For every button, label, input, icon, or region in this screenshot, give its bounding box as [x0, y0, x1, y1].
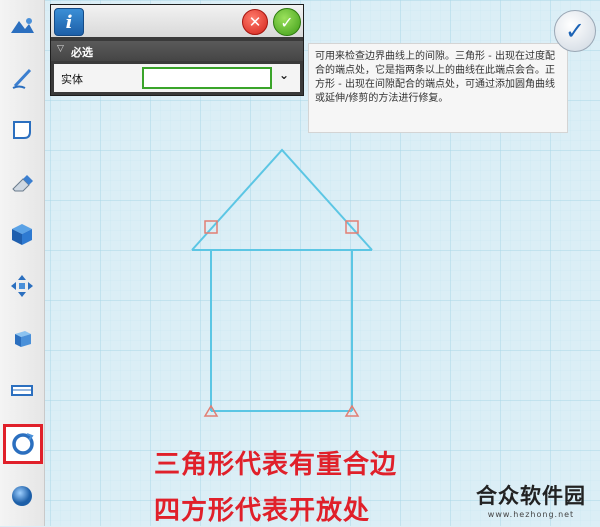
cancel-icon[interactable]: ✕ — [242, 9, 268, 35]
measure-ruler-icon[interactable] — [6, 374, 38, 406]
caption-square: 四方形代表开放处 — [154, 496, 371, 526]
entity-field-label: 实体 — [61, 73, 83, 86]
left-toolbar — [0, 0, 45, 526]
solid-cube-icon[interactable] — [6, 218, 38, 250]
confirm-check-icon[interactable]: ✓ — [554, 10, 596, 52]
required-section-header[interactable]: ▽ 必选 — [51, 41, 303, 61]
chevron-down-icon[interactable]: ⌄ — [279, 68, 289, 82]
tooltip-text: 可用来检查边界曲线上的间隙。三角形 - 出现在过度配合的端点处，它是指两条以上的… — [315, 51, 555, 104]
watermark: 合众软件园 www.hezhong.net — [466, 480, 596, 524]
entity-field-row: 实体 ⌄ — [54, 64, 300, 92]
basic-shapes-icon[interactable] — [6, 10, 38, 42]
entity-field[interactable] — [142, 67, 272, 89]
sketch-pen-icon[interactable] — [6, 62, 38, 94]
collapse-arrow-icon[interactable]: ▽ — [57, 44, 64, 54]
inspect-loop-icon[interactable] — [3, 424, 43, 464]
combine-box-icon[interactable] — [6, 322, 38, 354]
sphere-icon[interactable] — [6, 480, 38, 512]
watermark-title: 合众软件园 — [476, 484, 586, 508]
eraser-icon[interactable] — [6, 166, 38, 198]
check-icon[interactable]: ✓ — [273, 8, 301, 36]
move-arrows-icon[interactable] — [6, 270, 38, 302]
info-icon[interactable]: i — [54, 8, 84, 36]
caption-triangle: 三角形代表有重合边 — [154, 450, 398, 480]
panel-header: i ✕ ✓ — [51, 5, 303, 37]
section-label: 必选 — [71, 46, 93, 59]
watermark-url: www.hezhong.net — [487, 510, 575, 519]
inspect-command-panel: i ✕ ✓ ▽ 必选 实体 ⌄ — [50, 4, 304, 96]
sketch-rectangle-icon[interactable] — [6, 114, 38, 146]
help-tooltip: 可用来检查边界曲线上的间隙。三角形 - 出现在过度配合的端点处，它是指两条以上的… — [308, 43, 568, 133]
